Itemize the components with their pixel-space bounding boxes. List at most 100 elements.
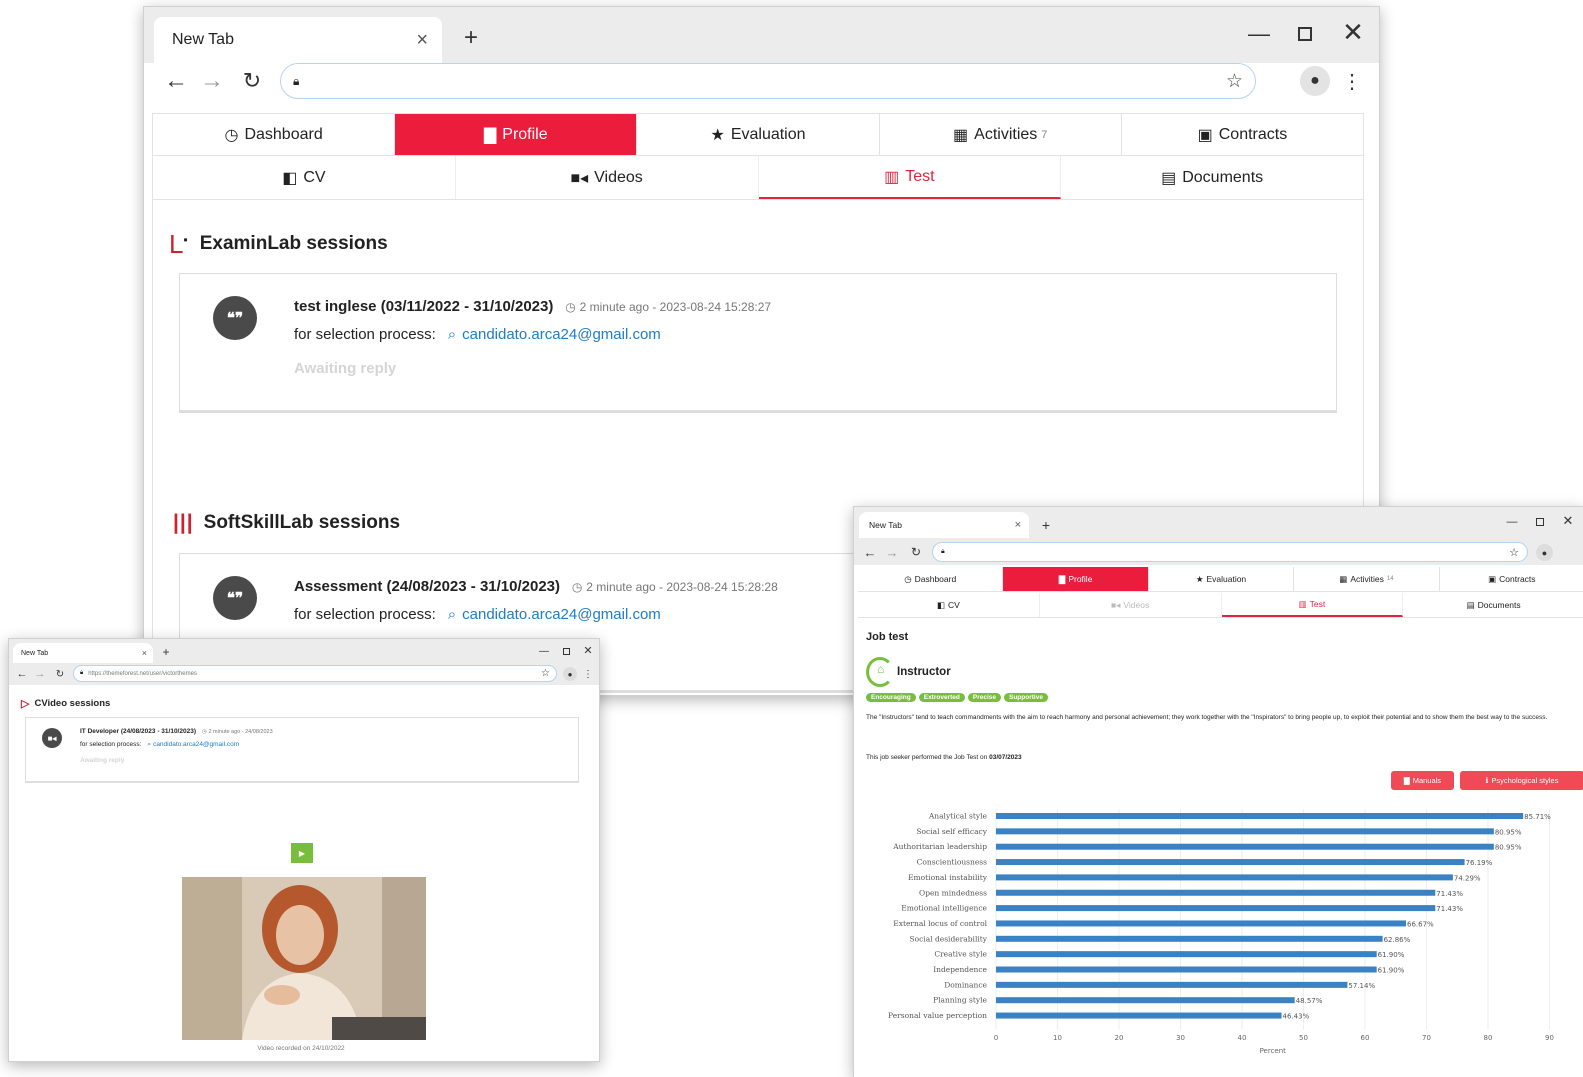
- nav-profile[interactable]: ▇ Profile: [1003, 567, 1149, 591]
- browser-tab[interactable]: New Tab ×: [154, 17, 442, 63]
- clock-icon: ◷: [565, 300, 576, 314]
- minimize-icon[interactable]: —: [1244, 19, 1274, 49]
- bar: [996, 889, 1436, 896]
- subnav-documents[interactable]: ▤ Documents: [1061, 156, 1363, 199]
- reload-icon[interactable]: ↻: [238, 67, 266, 95]
- new-tab-icon[interactable]: +: [456, 23, 486, 53]
- bar-value-label: 61.90%: [1378, 951, 1405, 959]
- back-icon[interactable]: ←: [15, 667, 29, 681]
- subnav-test[interactable]: ▥ Test: [758, 156, 1062, 199]
- address-bar[interactable]: 🔒︎ https://themeforest.net/user/victorth…: [73, 665, 557, 682]
- session-title[interactable]: IT Developer (24/08/2023 - 31/10/2023): [80, 728, 196, 735]
- minimize-icon[interactable]: —: [537, 644, 551, 658]
- nav-profile[interactable]: ▇ Profile: [395, 114, 638, 155]
- bar-value-label: 74.29%: [1454, 874, 1481, 882]
- profile-avatar-icon[interactable]: ●: [1536, 544, 1553, 561]
- bar-value-label: 71.43%: [1436, 905, 1463, 913]
- subnav-cv[interactable]: ◧ CV: [153, 156, 456, 199]
- selection-label: for selection process:: [294, 606, 436, 623]
- maximize-icon[interactable]: [1532, 514, 1548, 530]
- video-thumbnail[interactable]: [182, 877, 426, 1040]
- bar: [996, 859, 1465, 866]
- clock-icon: ◷: [571, 580, 583, 594]
- minimize-icon[interactable]: —: [1504, 514, 1520, 530]
- bar: [996, 920, 1407, 927]
- softskill-heading: ||| SoftSkillLab sessions: [173, 511, 401, 534]
- nav-activities[interactable]: ▦ Activities 7: [880, 114, 1122, 155]
- bar-value-label: 80.95%: [1495, 844, 1522, 852]
- nav-contracts[interactable]: ▣ Contracts: [1440, 567, 1583, 591]
- bookmark-star-icon[interactable]: ☆: [1226, 70, 1243, 93]
- tab-title: New Tab: [21, 649, 49, 657]
- nav-evaluation[interactable]: ★ Evaluation: [637, 114, 880, 155]
- address-bar[interactable]: 🔒︎ ☆: [280, 63, 1256, 99]
- manuals-button[interactable]: ▇ Manuals: [1391, 771, 1454, 790]
- session-title[interactable]: test inglese (03/11/2022 - 31/10/2023): [294, 298, 553, 315]
- star-icon: ★: [710, 126, 725, 144]
- address-bar[interactable]: 🔒︎ ☆: [932, 542, 1528, 562]
- subnav-cv[interactable]: ◧ CV: [858, 593, 1040, 617]
- browser-chrome: New Tab × + — ✕ ← → ↻ 🔒︎ ☆ ●: [854, 507, 1583, 565]
- cv-icon: ◧: [936, 599, 945, 610]
- menu-dots-icon[interactable]: ⋮: [583, 667, 593, 681]
- selection-label: for selection process:: [80, 741, 142, 748]
- new-tab-icon[interactable]: +: [159, 645, 173, 659]
- maximize-icon[interactable]: [559, 644, 573, 658]
- bookmark-star-icon[interactable]: ☆: [1509, 546, 1519, 559]
- selection-email-link[interactable]: candidato.arca24@gmail.com: [462, 326, 661, 343]
- tab-title: New Tab: [172, 31, 234, 48]
- forward-icon[interactable]: →: [198, 67, 226, 95]
- subnav-videos[interactable]: ■◂ Videos: [1040, 593, 1222, 617]
- session-title[interactable]: Assessment (24/08/2023 - 31/10/2023): [294, 578, 560, 595]
- subnav-test[interactable]: ▥ Test: [1221, 593, 1404, 617]
- session-time: 2 minute ago - 2023-08-24 15:28:27: [579, 300, 772, 314]
- profile-avatar-icon[interactable]: ●: [563, 667, 577, 681]
- nav-contracts[interactable]: ▣ Contracts: [1122, 114, 1363, 155]
- selection-email-link[interactable]: candidato.arca24@gmail.com: [153, 741, 239, 749]
- close-window-icon[interactable]: ✕: [581, 643, 595, 657]
- nav-dashboard[interactable]: ◷ Dashboard: [153, 114, 396, 155]
- url-text: https://themeforest.net/user/victortheme…: [88, 670, 197, 677]
- close-tab-icon[interactable]: ×: [1015, 519, 1021, 531]
- nav-dashboard[interactable]: ◷ Dashboard: [858, 567, 1004, 591]
- video-browser-window: New Tab × + — ✕ ← → ↻ 🔒︎ https://themefo…: [8, 638, 600, 1062]
- new-tab-icon[interactable]: +: [1038, 517, 1054, 533]
- subnav-documents[interactable]: ▤ Documents: [1403, 593, 1583, 617]
- forward-icon[interactable]: →: [33, 667, 47, 681]
- nav-evaluation[interactable]: ★ Evaluation: [1149, 567, 1295, 591]
- subnav-videos[interactable]: ■◂ Videos: [456, 156, 759, 199]
- test-icon: ▥: [884, 168, 900, 186]
- tag: Supportive: [1004, 693, 1048, 702]
- back-icon[interactable]: ←: [162, 67, 190, 95]
- reload-icon[interactable]: ↻: [908, 544, 924, 560]
- back-icon[interactable]: ←: [862, 544, 878, 560]
- chat-bubble-icon: ❝❞: [213, 296, 257, 340]
- selection-label: for selection process:: [294, 326, 436, 343]
- menu-dots-icon[interactable]: ⋮: [1340, 66, 1364, 96]
- browser-chrome: New Tab × + — ✕ ← → ↻ 🔒︎ https://themefo…: [9, 639, 599, 685]
- bookmark-star-icon[interactable]: ☆: [541, 668, 550, 679]
- play-outline-icon: ▷: [21, 698, 30, 710]
- bar: [996, 935, 1383, 942]
- profile-avatar-icon[interactable]: ●: [1300, 66, 1330, 96]
- close-window-icon[interactable]: ✕: [1560, 513, 1576, 529]
- close-window-icon[interactable]: ✕: [1338, 17, 1368, 47]
- close-tab-icon[interactable]: ×: [142, 648, 147, 658]
- nav-activities[interactable]: ▦ Activities 14: [1294, 567, 1440, 591]
- session-time: 2 minute ago - 2023-08-24 15:28:28: [586, 580, 778, 594]
- search-icon: ⌕: [447, 606, 457, 623]
- browser-tab[interactable]: New Tab ×: [13, 643, 153, 663]
- browser-tab[interactable]: New Tab ×: [859, 512, 1029, 538]
- selection-email-link[interactable]: candidato.arca24@gmail.com: [462, 606, 661, 623]
- maximize-icon[interactable]: [1290, 19, 1320, 49]
- close-tab-icon[interactable]: ×: [416, 29, 428, 52]
- reload-icon[interactable]: ↻: [53, 667, 67, 681]
- category-label: Social desiderability: [909, 934, 987, 943]
- forward-icon[interactable]: →: [884, 544, 900, 560]
- video-camera-icon: ■◂: [1111, 599, 1121, 610]
- play-button[interactable]: ▶: [291, 843, 313, 863]
- psychological-styles-button[interactable]: ℹ Psychological styles: [1460, 771, 1583, 790]
- category-label: Emotional intelligence: [901, 904, 987, 913]
- bar-value-label: 57.14%: [1348, 982, 1375, 990]
- lock-icon: 🔒︎: [941, 548, 945, 555]
